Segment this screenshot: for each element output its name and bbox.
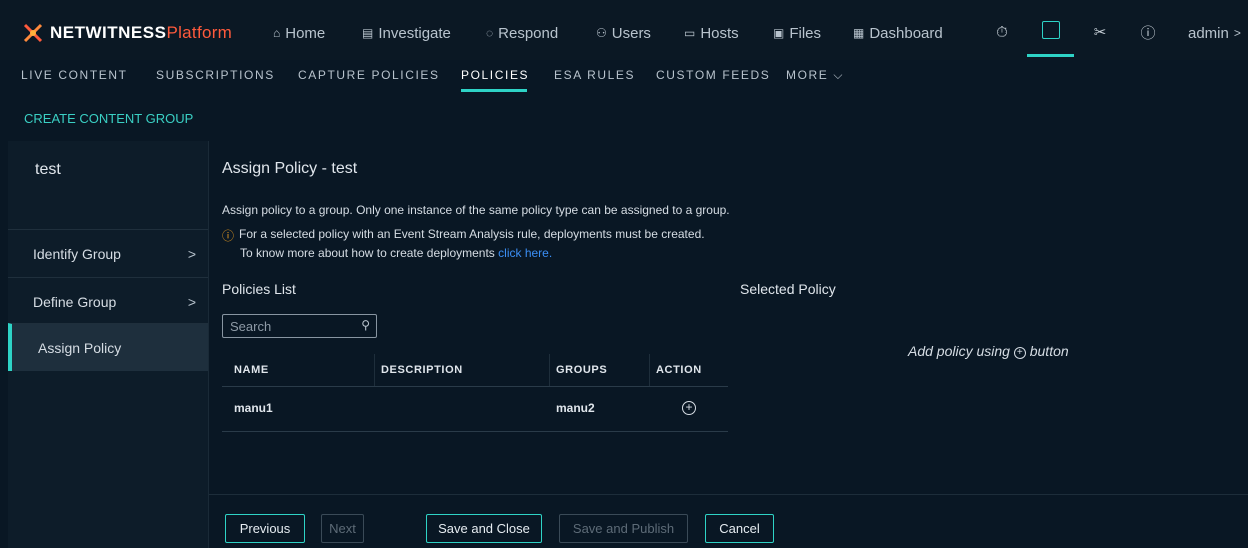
row-divider: [222, 431, 728, 432]
brand-product: Platform: [166, 23, 233, 42]
nav-respond[interactable]: ◌ Respond: [486, 23, 558, 43]
dashboard-icon: ▦: [853, 26, 865, 40]
nav-home[interactable]: ⌂ Home: [273, 23, 325, 43]
admin-icon[interactable]: [1042, 21, 1060, 39]
nav-hosts[interactable]: ▭ Hosts: [684, 23, 739, 43]
help-icon[interactable]: ⓘ: [1138, 22, 1158, 42]
user-menu[interactable]: admin >: [1188, 23, 1241, 43]
selected-policy-heading: Selected Policy: [740, 281, 836, 297]
step-identify-group[interactable]: Identify Group >: [8, 229, 208, 277]
subnav-more[interactable]: MORE ⌵: [786, 68, 844, 83]
chevron-right-icon: >: [187, 293, 196, 310]
stopwatch-icon[interactable]: ⏱: [992, 22, 1012, 42]
subnav-esa-rules[interactable]: ESA RULES: [554, 68, 635, 82]
selected-policy-empty-message: Add policy using + button: [908, 343, 1069, 359]
save-and-close-button[interactable]: Save and Close: [426, 514, 542, 543]
subnav-active-indicator: [461, 89, 527, 92]
next-button[interactable]: Next: [321, 514, 364, 543]
policy-groups: manu2: [556, 401, 595, 415]
home-icon: ⌂: [273, 26, 281, 40]
page-title: Assign Policy - test: [222, 160, 358, 177]
panel-divider: [208, 141, 209, 548]
shield-icon: ◌: [486, 26, 494, 40]
chevron-right-icon: >: [1233, 26, 1241, 40]
create-content-group-link[interactable]: CREATE CONTENT GROUP: [24, 111, 193, 126]
column-header-name[interactable]: NAME: [234, 364, 269, 376]
step-assign-policy[interactable]: Assign Policy: [8, 323, 208, 371]
files-icon: ▣: [773, 26, 785, 40]
netwitness-logo-icon: [23, 23, 43, 43]
column-header-groups[interactable]: GROUPS: [556, 364, 607, 376]
warning-icon: ⓘ: [222, 229, 235, 243]
header-divider: [222, 386, 728, 387]
policy-name: manu1: [234, 401, 273, 415]
search-input[interactable]: [230, 318, 355, 334]
previous-button[interactable]: Previous: [225, 514, 305, 543]
subnav-subscriptions[interactable]: SUBSCRIPTIONS: [156, 68, 275, 82]
group-name: test: [35, 161, 61, 178]
step-define-group[interactable]: Define Group >: [8, 277, 208, 325]
chevron-down-icon: ⌵: [833, 68, 845, 82]
search-icon[interactable]: ⚲: [361, 318, 370, 332]
cancel-button[interactable]: Cancel: [705, 514, 774, 543]
search-field: ⚲: [222, 314, 377, 338]
footer-divider: [209, 494, 1248, 495]
column-divider: [549, 354, 550, 386]
subnav-capture-policies[interactable]: CAPTURE POLICIES: [298, 68, 440, 82]
wizard-sidebar: test Identify Group > Define Group > Ass…: [8, 141, 208, 548]
column-header-description[interactable]: DESCRIPTION: [381, 364, 463, 376]
warning-message: ⓘ For a selected policy with an Event St…: [222, 227, 705, 243]
subnav-policies[interactable]: POLICIES: [461, 68, 529, 82]
admin-active-indicator: [1027, 54, 1074, 57]
nav-users[interactable]: ⚇ Users: [596, 23, 651, 43]
column-header-action: ACTION: [656, 364, 702, 376]
users-icon: ⚇: [596, 26, 607, 40]
subnav-live-content[interactable]: LIVE CONTENT: [21, 68, 128, 82]
brand-name: NETWITNESS: [50, 23, 167, 42]
save-and-publish-button[interactable]: Save and Publish: [559, 514, 688, 543]
column-divider: [374, 354, 375, 386]
subnav-custom-feeds[interactable]: CUSTOM FEEDS: [656, 68, 770, 82]
nav-files[interactable]: ▣ Files: [773, 23, 821, 43]
add-policy-icon[interactable]: +: [682, 401, 696, 415]
policies-list-heading: Policies List: [222, 281, 296, 297]
column-divider: [649, 354, 650, 386]
investigate-icon: ▤: [362, 26, 374, 40]
chevron-right-icon: >: [187, 245, 196, 262]
description-text: Assign policy to a group. Only one insta…: [222, 203, 730, 217]
nav-dashboard[interactable]: ▦ Dashboard: [853, 23, 943, 43]
logo[interactable]: NETWITNESS Platform: [22, 22, 232, 44]
warning-message-line2: To know more about how to create deploym…: [240, 246, 553, 260]
hosts-icon: ▭: [684, 26, 696, 40]
deployments-help-link[interactable]: click here.: [498, 246, 552, 260]
nav-investigate[interactable]: ▤ Investigate: [362, 23, 451, 43]
add-circle-icon: +: [1013, 347, 1026, 359]
tools-icon[interactable]: ✂: [1090, 22, 1110, 42]
top-bar: NETWITNESS Platform ⌂ Home ▤ Investigate ◌ R…: [0, 0, 1248, 60]
